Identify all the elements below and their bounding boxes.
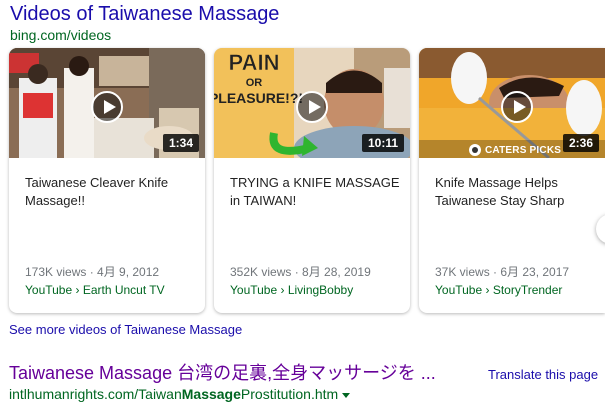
video-source-3: YouTube › StoryTrender (435, 283, 563, 297)
video-meta-1: 173K views · 4月 9, 2012 (25, 265, 160, 279)
videos-source-url: bing.com/videos (10, 27, 112, 43)
result-title-link[interactable]: Taiwanese Massage 台湾の足裏,全身マッサージを ... (9, 362, 436, 384)
result-url-suffix: Prostitution.htm (240, 386, 339, 402)
thumb-text-pleasure: PLEASURE!?! (214, 90, 303, 106)
video-card-3[interactable]: CATERS PICKS 2:36 Knife Massage Helps Ta… (419, 48, 605, 313)
videos-section-title[interactable]: Videos of Taiwanese Massage (10, 2, 279, 26)
video-meta-3: 37K views · 6月 23, 2017 (435, 265, 570, 279)
video-carousel: 1:34 Taiwanese Cleaver Knife Massage!! 1… (9, 48, 605, 314)
result-url-bold: Massage (181, 386, 241, 402)
video-duration-3: 2:36 (562, 134, 599, 152)
see-more-videos-link[interactable]: See more videos of Taiwanese Massage (9, 322, 242, 337)
play-icon[interactable] (296, 91, 328, 123)
video-thumbnail-3[interactable]: CATERS PICKS 2:36 (419, 48, 605, 158)
translate-page-link[interactable]: Translate this page (488, 367, 598, 382)
result-url: intlhumanrights.com/TaiwanMassageProstit… (9, 386, 351, 402)
video-title-3[interactable]: Knife Massage Helps Taiwanese Stay Sharp (435, 174, 605, 210)
url-dropdown-icon[interactable] (342, 392, 351, 398)
result-url-prefix: intlhumanrights.com/Taiwan (9, 386, 182, 402)
video-source-1: YouTube › Earth Uncut TV (25, 283, 165, 297)
video-card-1[interactable]: 1:34 Taiwanese Cleaver Knife Massage!! 1… (9, 48, 205, 313)
video-thumbnail-2[interactable]: PAIN OR PLEASURE!?! 10:11 (214, 48, 410, 158)
caters-logo-icon (469, 144, 481, 156)
video-section-header: Videos of Taiwanese Massage (10, 2, 279, 26)
caters-picks-label: CATERS PICKS (485, 144, 562, 156)
video-meta-2: 352K views · 8月 28, 2019 (230, 265, 371, 279)
play-icon[interactable] (91, 91, 123, 123)
thumb-text-or: OR (246, 77, 263, 89)
caters-picks-badge: CATERS PICKS (469, 144, 561, 156)
video-duration-2: 10:11 (361, 134, 404, 152)
video-source-2: YouTube › LivingBobby (230, 283, 354, 297)
video-title-1[interactable]: Taiwanese Cleaver Knife Massage!! (25, 174, 195, 210)
play-icon[interactable] (501, 91, 533, 123)
video-duration-1: 1:34 (162, 134, 199, 152)
video-card-2[interactable]: PAIN OR PLEASURE!?! 10:11 TRYING a KNIFE… (214, 48, 410, 313)
thumb-text-pain: PAIN (229, 50, 280, 75)
video-title-2[interactable]: TRYING a KNIFE MASSAGE in TAIWAN! (230, 174, 400, 210)
video-thumbnail-1[interactable]: 1:34 (9, 48, 205, 158)
